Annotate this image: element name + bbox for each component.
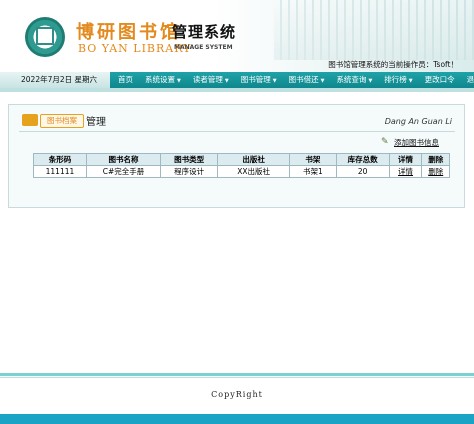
- table-cell: XX出版社: [217, 165, 291, 178]
- book-table: 条形码 图书名称 图书类型 出版社 书架 库存总数 详情 删除 111111 C#完全手册 程序设…: [33, 153, 450, 178]
- nav-item[interactable]: 系统设置 ▼: [139, 72, 187, 88]
- dropdown-arrow-icon: ▼: [320, 78, 325, 84]
- footer-bar: [0, 414, 474, 424]
- nav-item-label: 排行榜: [384, 75, 407, 84]
- table-cell: 程序设计: [160, 165, 219, 178]
- column-header: 删除: [421, 153, 450, 166]
- nav-item-label: 退出系统: [466, 75, 474, 84]
- brand-name-en-suffix: MANAGE SYSTEM: [174, 44, 233, 51]
- column-header: 详情: [388, 153, 423, 166]
- nav-item[interactable]: 更改口令: [419, 72, 461, 88]
- column-header: 图书类型: [160, 153, 219, 166]
- dropdown-arrow-icon: ▼: [368, 78, 373, 84]
- library-logo-book-icon: [36, 27, 54, 45]
- current-operator: 图书馆管理系统的当前操作员：Tsoft！: [328, 60, 458, 69]
- title-divider: [19, 131, 455, 132]
- nav-item-label: 系统查询: [336, 75, 367, 84]
- delete-link[interactable]: 删除: [421, 165, 450, 178]
- book-archive-icon: [22, 114, 38, 126]
- add-book-link[interactable]: 添加图书信息: [394, 137, 439, 148]
- add-book-icon: ✎: [381, 137, 389, 147]
- table-cell: 20: [335, 165, 390, 178]
- table-header-row: 条形码 图书名称 图书类型 出版社 书架 库存总数 详情 删除: [33, 153, 450, 166]
- nav-item[interactable]: 退出系统: [461, 72, 474, 88]
- nav-item[interactable]: 排行榜 ▼: [378, 72, 418, 88]
- title-badge: 图书档案: [40, 114, 84, 128]
- brand-name-cn: 博研图书馆: [76, 22, 181, 43]
- nav-item-label: 图书管理: [240, 75, 271, 84]
- nav-item[interactable]: 系统查询 ▼: [330, 72, 378, 88]
- nav-subbar: [0, 88, 474, 92]
- copyright-text: CopyRight: [211, 390, 263, 399]
- nav-item-label: 图书借还: [288, 75, 319, 84]
- book-archive-panel: 图书档案 管理 Dang An Guan Li ✎ 添加图书信息 条形码 图书名称…: [8, 104, 465, 208]
- current-date: 2022年7月2日 星期六: [0, 72, 110, 88]
- panel-title-text: 管理: [86, 117, 106, 128]
- header-banner: 博研图书馆 管理系统 BO YAN LIBRARY MANAGE SYSTEM …: [0, 0, 474, 72]
- column-header: 出版社: [217, 153, 291, 166]
- column-header: 书架: [289, 153, 337, 166]
- table-cell: 111111: [33, 165, 87, 178]
- nav-item[interactable]: 读者管理 ▼: [187, 72, 235, 88]
- dropdown-arrow-icon: ▼: [272, 78, 277, 84]
- panel-title-en: Dang An Guan Li: [384, 117, 452, 126]
- brand-name-suffix: 管理系统: [172, 23, 237, 41]
- nav-menu: 首页系统设置▼读者管理▼图书管理▼图书借还▼系统查询▼排行榜▼更改口令退出系统: [112, 72, 474, 88]
- nav-item[interactable]: 图书管理 ▼: [235, 72, 283, 88]
- details-link[interactable]: 详情: [388, 165, 423, 178]
- nav-item-label: 系统设置: [145, 75, 175, 84]
- nav-item[interactable]: 图书借还 ▼: [283, 72, 331, 88]
- column-header: 库存总数: [335, 153, 390, 166]
- footer-divider-thin: [0, 377, 474, 378]
- nav-item[interactable]: 首页: [112, 72, 139, 88]
- table-row: 111111 C#完全手册 程序设计 XX出版社 书架1 20 详情 删除: [33, 165, 450, 178]
- nav-item-label: 首页: [118, 75, 133, 84]
- nav-item-label: 更改口令: [424, 75, 455, 84]
- building-image: [274, 0, 474, 60]
- dropdown-arrow-icon: ▼: [177, 78, 181, 84]
- table-cell: 书架1: [289, 165, 337, 178]
- table-cell: C#完全手册: [85, 165, 162, 178]
- dropdown-arrow-icon: ▼: [408, 78, 413, 84]
- footer-divider: [0, 373, 474, 376]
- dropdown-arrow-icon: ▼: [224, 78, 229, 84]
- main-nav: 2022年7月2日 星期六 首页 系统设置 ▼ 读者管理 ▼ 图书管理 ▼ 图书借还 ▼ 系统查询…: [0, 72, 474, 88]
- column-header: 条形码: [33, 153, 87, 166]
- nav-item-label: 读者管理: [192, 75, 223, 84]
- column-header: 图书名称: [85, 153, 162, 166]
